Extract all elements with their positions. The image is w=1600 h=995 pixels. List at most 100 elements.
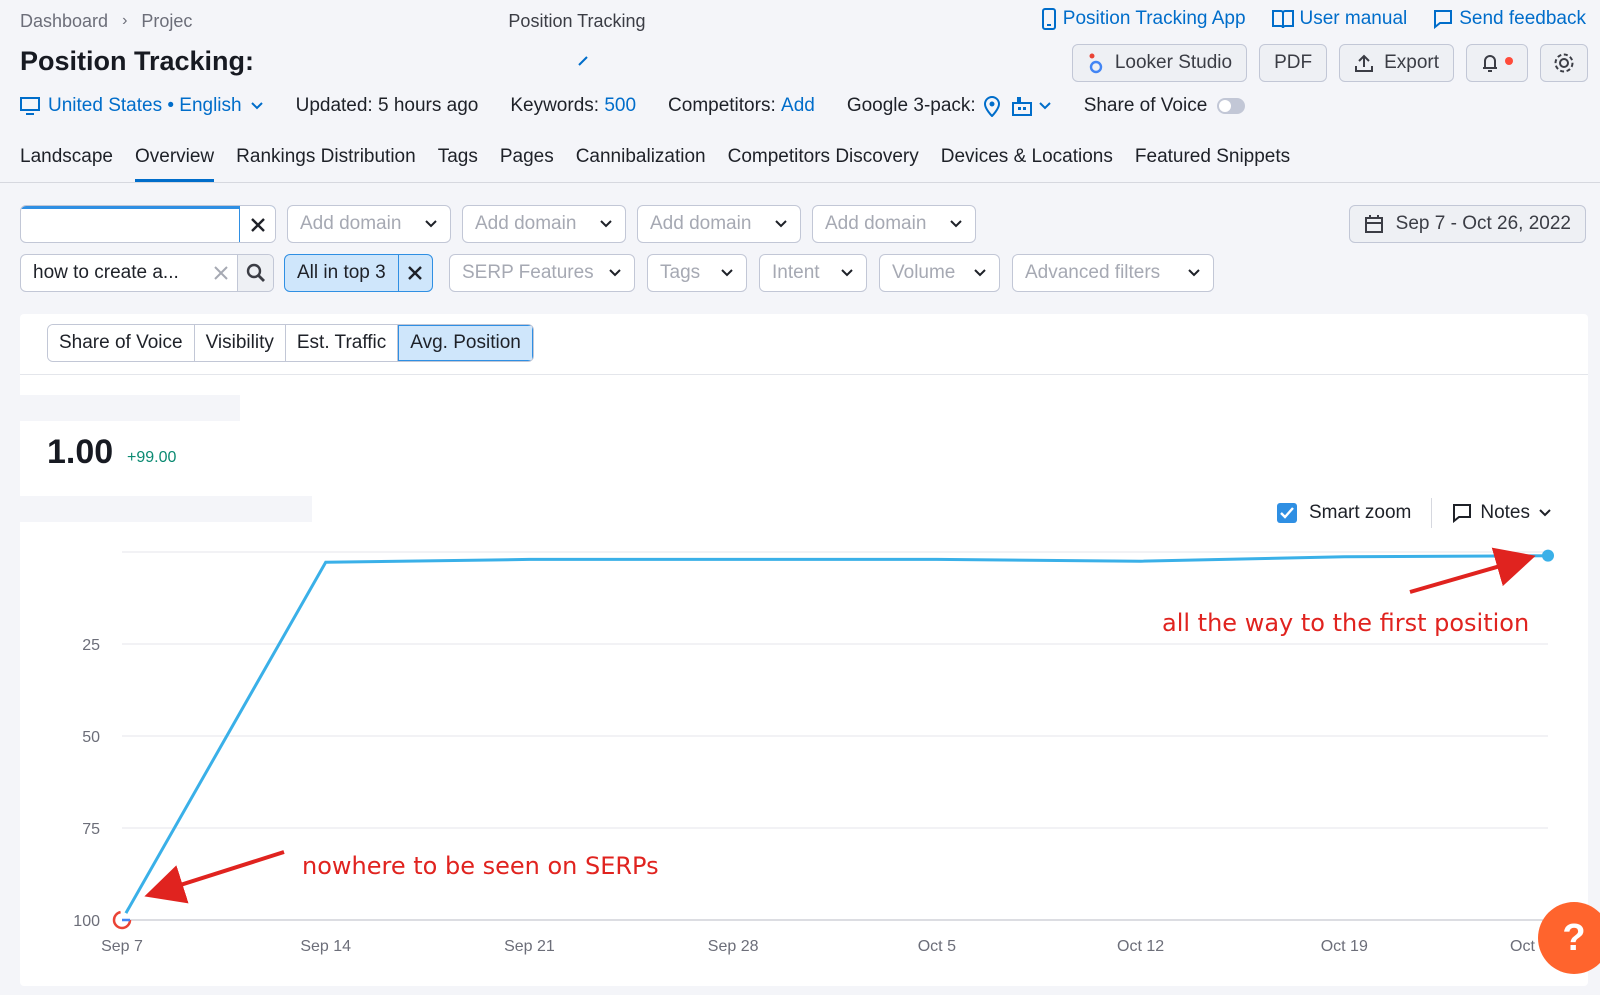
settings-button[interactable]: [1540, 44, 1588, 82]
x-tick-label: Oct 19: [1321, 938, 1368, 955]
business-icon[interactable]: [1010, 95, 1034, 117]
segment-visibility[interactable]: Visibility: [194, 325, 286, 361]
close-icon[interactable]: [239, 206, 275, 242]
chevron-down-icon: [250, 102, 263, 110]
bell-icon: [1483, 55, 1513, 72]
location-selector[interactable]: United States • English: [20, 95, 264, 117]
avg-position-chart: 25 50 75 100 Sep 7 Sep 14 Sep 21 Sep 28 Oct 5 Oc…: [73, 547, 1554, 955]
keywords-link[interactable]: 500: [604, 95, 636, 117]
data-point-last[interactable]: [1542, 549, 1554, 562]
clear-icon[interactable]: [205, 266, 237, 280]
add-domain-dropdown-2[interactable]: Add domain: [462, 205, 626, 243]
tab-devices-locations[interactable]: Devices & Locations: [941, 146, 1113, 182]
location-pin-icon[interactable]: [982, 95, 1002, 117]
tab-landscape[interactable]: Landscape: [20, 146, 113, 182]
y-tick-label: 25: [82, 637, 100, 654]
chevron-down-icon: [1539, 509, 1551, 517]
header-actions: Looker Studio PDF Export: [1071, 44, 1588, 82]
chevron-down-icon: [974, 269, 986, 277]
annotation-first-position: all the way to the first position: [1162, 609, 1529, 637]
chevron-down-icon: [600, 220, 612, 228]
chevron-down-icon: [775, 220, 787, 228]
smart-zoom-checkbox[interactable]: [1276, 503, 1297, 523]
breadcrumb-project[interactable]: Projec: [141, 11, 192, 32]
breadcrumb-dashboard[interactable]: Dashboard: [20, 11, 108, 32]
annotation-arrow-bottom: [144, 850, 285, 904]
check-icon: [1280, 507, 1294, 519]
chevron-down-icon: [425, 220, 437, 228]
toggle-switch[interactable]: [1217, 98, 1246, 114]
google-icon: [112, 910, 132, 930]
annotation-arrow-top: [1409, 547, 1536, 594]
looker-icon: [1089, 53, 1103, 74]
focus-bar: [21, 206, 275, 209]
chevron-down-icon[interactable]: [1038, 99, 1052, 113]
segment-est-traffic[interactable]: Est. Traffic: [285, 325, 399, 361]
book-icon: [1271, 10, 1294, 29]
position-tracking-app-link[interactable]: Position Tracking App: [1041, 8, 1246, 30]
page-title: Position Tracking:: [20, 46, 255, 76]
add-domain-dropdown-1[interactable]: Add domain: [287, 205, 451, 243]
top-links: Position Tracking App User manual Send f…: [1041, 8, 1586, 30]
x-tick-label: Oct 5: [918, 938, 956, 955]
help-button[interactable]: ?: [1538, 902, 1600, 974]
serp-features-dropdown[interactable]: SERP Features: [449, 254, 635, 292]
google-3-pack: Google 3-pack:: [847, 95, 1052, 117]
tab-pages[interactable]: Pages: [500, 146, 554, 182]
notes-dropdown[interactable]: Notes: [1452, 502, 1552, 524]
x-tick-label: Sep 7: [101, 938, 143, 955]
chevron-right-icon: ›: [122, 12, 128, 29]
segment-avg-position[interactable]: Avg. Position: [398, 325, 533, 361]
segment-share-of-voice[interactable]: Share of Voice: [48, 325, 195, 361]
breadcrumb: Dashboard › Projec Position Tracking: [20, 9, 646, 33]
tab-rankings-distribution[interactable]: Rankings Distribution: [236, 146, 416, 182]
search-icon: [246, 263, 265, 282]
chart-tools: Smart zoom Notes: [1276, 498, 1552, 528]
share-of-voice-toggle[interactable]: Share of Voice: [1084, 95, 1246, 117]
top3-filter-chip[interactable]: All in top 3: [284, 254, 433, 292]
tab-cannibalization[interactable]: Cannibalization: [576, 146, 706, 182]
advanced-filters-dropdown[interactable]: Advanced filters: [1012, 254, 1214, 292]
send-feedback-link[interactable]: Send feedback: [1433, 8, 1586, 30]
x-tick-label: Sep 21: [504, 938, 555, 955]
volume-dropdown[interactable]: Volume: [879, 254, 1000, 292]
notifications-button[interactable]: [1466, 44, 1528, 82]
edit-icon[interactable]: [578, 56, 588, 66]
redacted-area: [20, 395, 240, 421]
x-tick-label: Sep 28: [708, 938, 759, 955]
redacted-area: [262, 50, 582, 80]
x-tick-label: Oct: [1510, 938, 1535, 955]
search-button[interactable]: [237, 255, 273, 291]
redacted-area: [198, 10, 509, 32]
y-tick-label: 75: [82, 821, 100, 838]
competitors: Competitors: Add: [668, 95, 815, 117]
close-icon[interactable]: [397, 255, 432, 291]
keywords-count: Keywords: 500: [510, 95, 637, 117]
tab-featured-snippets[interactable]: Featured Snippets: [1135, 146, 1290, 182]
add-domain-dropdown-4[interactable]: Add domain: [812, 205, 976, 243]
x-tick-label: Oct 12: [1117, 938, 1164, 955]
breadcrumb-position-tracking: Position Tracking: [508, 10, 646, 31]
date-range-picker[interactable]: Sep 7 - Oct 26, 2022: [1348, 205, 1586, 243]
export-button[interactable]: Export: [1339, 44, 1454, 82]
tags-dropdown[interactable]: Tags: [647, 254, 747, 292]
x-tick-label: Sep 14: [300, 938, 351, 955]
y-tick-label: 100: [73, 913, 100, 930]
metric-delta: +99.00: [127, 449, 177, 466]
tab-overview[interactable]: Overview: [134, 146, 215, 182]
y-tick-label: 50: [82, 729, 100, 746]
desktop-icon: [20, 97, 40, 115]
user-manual-link[interactable]: User manual: [1271, 8, 1407, 30]
intent-dropdown[interactable]: Intent: [759, 254, 867, 292]
feedback-icon: [1434, 10, 1453, 29]
mobile-icon: [1041, 8, 1056, 30]
tab-tags[interactable]: Tags: [438, 146, 478, 182]
tab-competitors-discovery[interactable]: Competitors Discovery: [728, 146, 919, 182]
add-competitors-link[interactable]: Add: [781, 95, 815, 117]
pdf-button[interactable]: PDF: [1259, 44, 1328, 82]
add-domain-dropdown-3[interactable]: Add domain: [637, 205, 801, 243]
looker-studio-button[interactable]: Looker Studio: [1071, 44, 1248, 82]
redacted-area: [20, 496, 312, 522]
domain-input[interactable]: [20, 205, 276, 243]
keyword-search-input[interactable]: how to create a...: [20, 254, 274, 292]
